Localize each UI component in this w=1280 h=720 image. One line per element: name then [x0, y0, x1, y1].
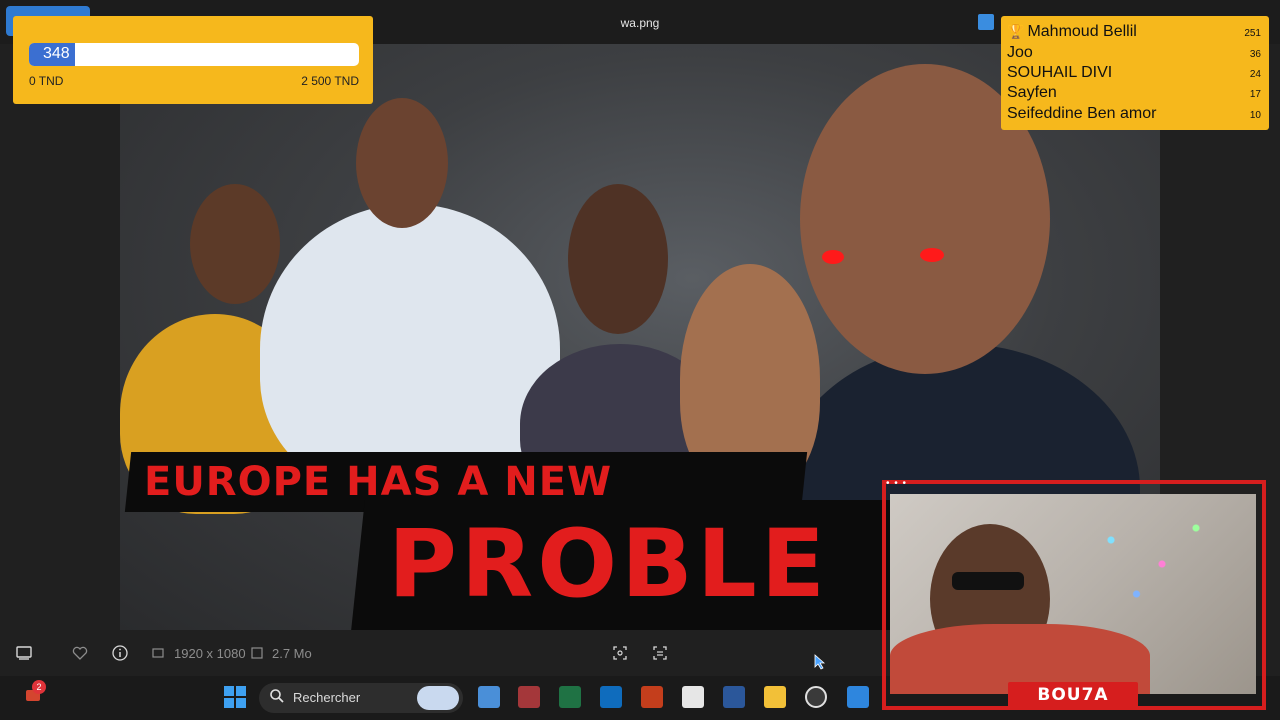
goal-current-amount: 348 — [43, 45, 70, 62]
access-app-icon[interactable] — [518, 686, 540, 708]
snipping-tool-app-icon[interactable] — [682, 686, 704, 708]
file-size-icon — [251, 647, 263, 659]
goal-min-label: 0 TND — [29, 74, 64, 88]
player-center-figure — [260, 204, 560, 494]
donor-name: Mahmoud Bellil — [1027, 23, 1137, 40]
taskbar-search[interactable]: Rechercher — [259, 683, 463, 713]
webcam-frame-dots: • • • — [886, 478, 908, 489]
favorite-heart-icon[interactable] — [72, 646, 88, 660]
webcam-overlay: • • • BOU7A — [878, 476, 1270, 714]
leaderboard-row: Joo 36 — [1007, 44, 1261, 64]
donor-name: SOUHAIL DIVI — [1007, 64, 1113, 81]
player-center-head — [356, 98, 448, 228]
webcam-brand-tag: BOU7A — [1008, 682, 1138, 708]
powerpoint-app-icon[interactable] — [641, 686, 663, 708]
donor-name: Sayfen — [1007, 84, 1057, 101]
donor-amount: 24 — [1249, 69, 1261, 80]
photos-app-icon[interactable] — [847, 686, 869, 708]
notifications-button[interactable]: 2 — [24, 680, 46, 704]
player-right-head — [568, 184, 668, 334]
edit-image-icon[interactable] — [978, 14, 994, 30]
streamer-sunglasses — [952, 572, 1024, 590]
viewer-toolbar: 1920 x 1080 2.7 Mo — [0, 630, 880, 676]
donor-amount: 36 — [1249, 49, 1261, 60]
fairy-lights — [1060, 504, 1230, 624]
leaderboard-row: 🏆 Mahmoud Bellil 251 — [1007, 23, 1261, 43]
donor-amount: 251 — [1244, 28, 1261, 39]
top-donors-leaderboard: 🏆 Mahmoud Bellil 251 Joo 36 SOUHAIL DIVI … — [1001, 16, 1269, 130]
notification-count: 2 — [32, 680, 46, 694]
webcam-video — [890, 494, 1256, 694]
notepad-app-icon[interactable] — [478, 686, 500, 708]
scan-text-icon[interactable] — [652, 645, 668, 661]
donor-amount: 10 — [1249, 110, 1261, 121]
goal-progress-track: 348 — [29, 43, 359, 66]
donor-amount: 17 — [1249, 89, 1261, 100]
donation-goal-widget: 348 0 TND 2 500 TND — [13, 16, 373, 104]
info-icon[interactable] — [112, 645, 128, 661]
outlook-app-icon[interactable] — [600, 686, 622, 708]
leaderboard-row: Sayfen 17 — [1007, 84, 1261, 104]
donor-name: Joo — [1007, 44, 1033, 61]
goal-max-label: 2 500 TND — [301, 74, 359, 88]
trophy-icon: 🏆 — [1007, 23, 1025, 39]
obs-app-icon[interactable] — [805, 686, 827, 708]
word-app-icon[interactable] — [723, 686, 745, 708]
excel-app-icon[interactable] — [559, 686, 581, 708]
fit-to-window-icon[interactable] — [612, 645, 628, 661]
filmstrip-icon[interactable] — [16, 646, 32, 660]
leaderboard-row: SOUHAIL DIVI 24 — [1007, 64, 1261, 84]
donor-name: Seifeddine Ben amor — [1007, 105, 1157, 122]
leaderboard-row: Seifeddine Ben amor 10 — [1007, 105, 1261, 125]
file-explorer-app-icon[interactable] — [764, 686, 786, 708]
image-dimensions: 1920 x 1080 — [174, 646, 246, 661]
search-icon — [270, 689, 284, 703]
dimensions-icon — [152, 648, 164, 658]
start-windows-icon[interactable] — [224, 686, 246, 708]
mouse-cursor-icon — [814, 654, 826, 670]
coach-red-eye-right — [920, 248, 944, 262]
coach-red-eye-left — [822, 250, 844, 264]
search-highlight-swan-icon — [417, 686, 459, 710]
player-left-head — [190, 184, 280, 304]
search-placeholder: Rechercher — [293, 690, 361, 705]
brand-label: BOU7A — [1037, 685, 1109, 705]
file-size: 2.7 Mo — [272, 646, 312, 661]
